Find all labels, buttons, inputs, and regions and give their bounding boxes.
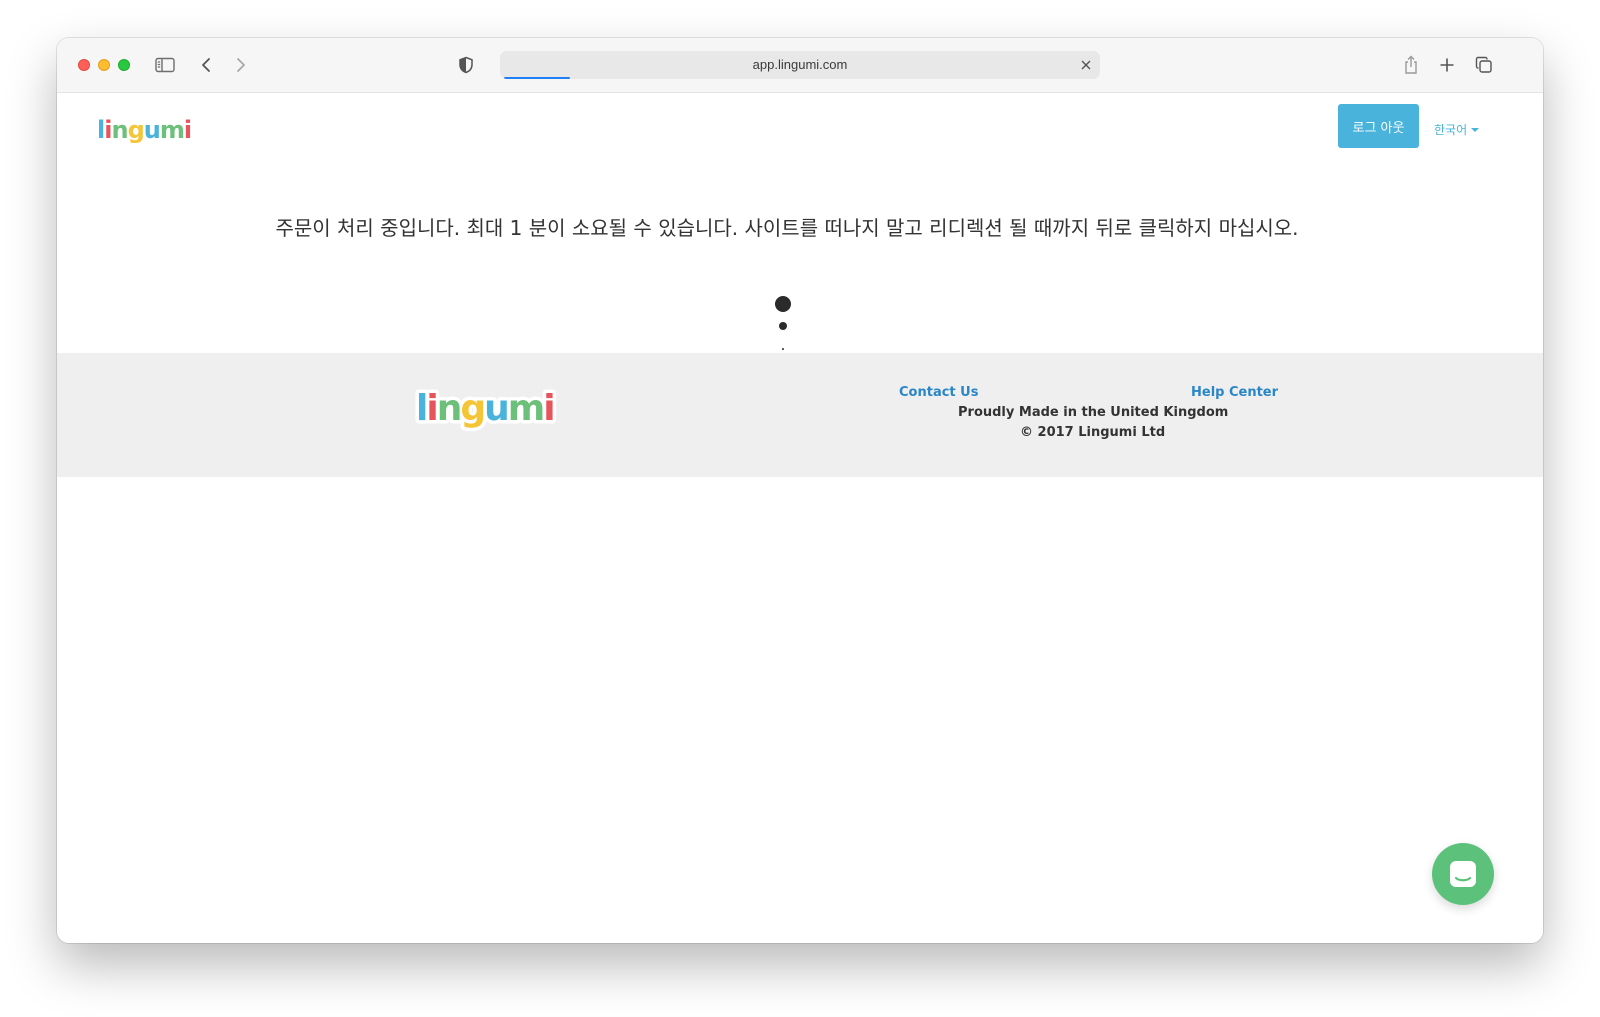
page-load-progress bbox=[504, 77, 570, 79]
logout-button[interactable]: 로그 아웃 bbox=[1338, 104, 1419, 148]
spinner-dot bbox=[775, 296, 791, 312]
browser-window: app.lingumi.com lingumi lingumi 로그 아웃 한국… bbox=[57, 38, 1543, 943]
url-text: app.lingumi.com bbox=[752, 57, 848, 72]
help-center-link[interactable]: Help Center bbox=[1191, 385, 1278, 400]
chat-launcher-button[interactable] bbox=[1432, 843, 1494, 905]
minimize-window-button[interactable] bbox=[98, 59, 110, 71]
maximize-window-button[interactable] bbox=[118, 59, 130, 71]
site-footer: lingumi lingumi Contact Us Help Center P… bbox=[57, 353, 1543, 477]
clear-url-icon[interactable] bbox=[1076, 55, 1096, 75]
spinner-dot bbox=[779, 322, 787, 330]
address-bar[interactable]: app.lingumi.com bbox=[500, 51, 1100, 79]
share-icon[interactable] bbox=[1399, 53, 1423, 77]
svg-text:lingumi: lingumi bbox=[97, 116, 191, 144]
chat-bubble-icon bbox=[1450, 861, 1476, 887]
page-content: lingumi lingumi 로그 아웃 한국어 주문이 처리 중입니다. 최… bbox=[57, 93, 1543, 943]
footer-logo[interactable]: lingumi lingumi bbox=[413, 383, 567, 442]
forward-icon[interactable] bbox=[229, 53, 253, 77]
copyright-text: © 2017 Lingumi Ltd bbox=[1020, 425, 1166, 440]
browser-toolbar: app.lingumi.com bbox=[57, 38, 1543, 93]
language-label: 한국어 bbox=[1434, 122, 1468, 137]
caret-down-icon bbox=[1471, 128, 1480, 132]
sidebar-icon[interactable] bbox=[153, 53, 177, 77]
made-in-text: Proudly Made in the United Kingdom bbox=[958, 405, 1229, 420]
contact-us-link[interactable]: Contact Us bbox=[899, 385, 978, 400]
spinner-dot bbox=[782, 348, 784, 350]
tabs-overview-icon[interactable] bbox=[1472, 53, 1496, 77]
back-icon[interactable] bbox=[194, 53, 218, 77]
close-window-button[interactable] bbox=[78, 59, 90, 71]
order-processing-message: 주문이 처리 중입니다. 최대 1 분이 소요될 수 있습니다. 사이트를 떠나… bbox=[275, 216, 1299, 240]
shield-icon[interactable] bbox=[454, 53, 478, 77]
svg-text:lingumi: lingumi bbox=[416, 388, 554, 429]
new-tab-icon[interactable] bbox=[1435, 53, 1459, 77]
language-selector[interactable]: 한국어 bbox=[1434, 120, 1480, 138]
header-logo[interactable]: lingumi lingumi bbox=[95, 113, 197, 154]
